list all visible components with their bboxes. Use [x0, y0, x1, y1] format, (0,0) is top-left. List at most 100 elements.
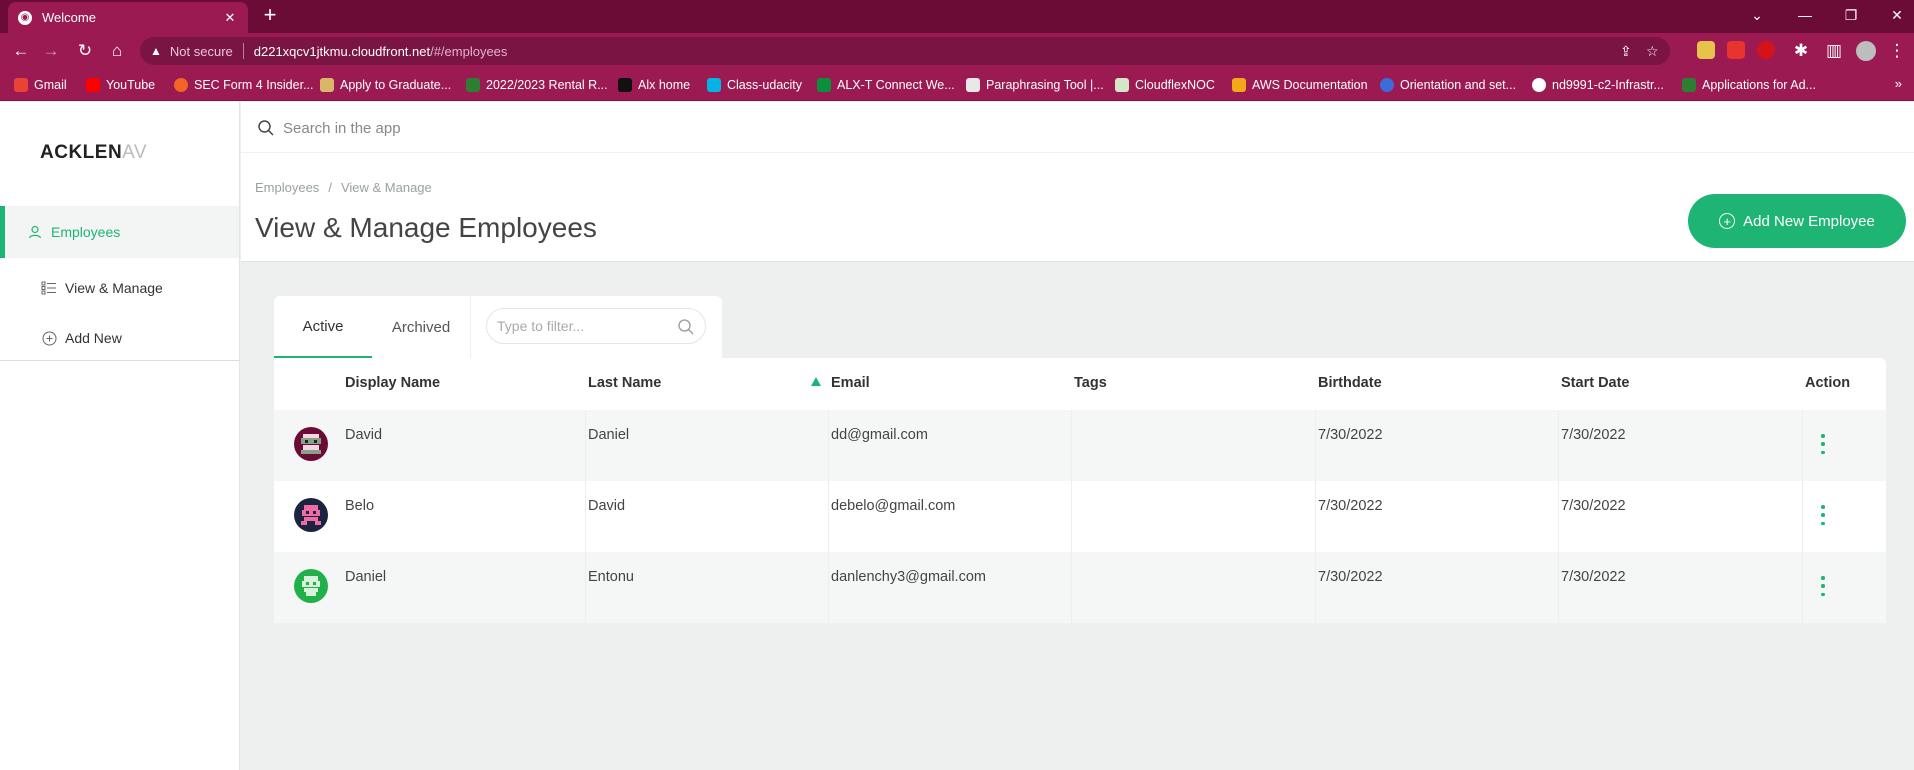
paraphrasing-icon	[966, 78, 980, 92]
filter-input[interactable]: Type to filter...	[486, 308, 706, 344]
graduate-icon	[320, 78, 334, 92]
column-display-name[interactable]: Display Name	[345, 375, 440, 391]
table-row[interactable]: Daniel Entonu danlenchy3@gmail.com 7/30/…	[274, 552, 1886, 623]
bookmark-item[interactable]: Applications for Ad...	[1682, 76, 1816, 94]
breadcrumb-employees[interactable]: Employees	[255, 180, 319, 195]
extension-icon[interactable]	[1697, 41, 1715, 59]
minimize-icon[interactable]: —	[1782, 0, 1828, 30]
bookmark-label: 2022/2023 Rental R...	[486, 78, 608, 92]
breadcrumb-separator: /	[328, 180, 332, 195]
extension-icon[interactable]	[1727, 41, 1745, 59]
url-host: d221xqcv1jtkmu.cloudfront.net	[253, 43, 431, 59]
more-bookmarks-icon[interactable]: »	[1895, 76, 1902, 91]
cell-last-name: David	[588, 498, 626, 514]
column-divider	[1802, 481, 1803, 552]
tab-active[interactable]: Active	[274, 296, 372, 358]
home-icon[interactable]: ⌂	[106, 40, 128, 62]
column-divider	[828, 410, 829, 481]
cell-email: debelo@gmail.com	[831, 498, 956, 514]
reload-icon[interactable]: ↻	[74, 40, 96, 62]
column-divider	[1558, 481, 1559, 552]
column-email[interactable]: Email	[831, 375, 870, 391]
column-start-date[interactable]: Start Date	[1561, 375, 1630, 391]
cell-birthdate: 7/30/2022	[1318, 569, 1383, 585]
search-icon	[257, 119, 275, 137]
bookmark-star-icon[interactable]: ☆	[1646, 37, 1659, 65]
cell-last-name: Daniel	[588, 427, 630, 443]
tab-search-icon[interactable]: ⌄	[1734, 0, 1780, 30]
menu-icon[interactable]: ⋮	[1886, 40, 1908, 62]
sidebar-item-add-new[interactable]: Add New	[0, 312, 239, 364]
add-new-employee-button[interactable]: + Add New Employee	[1688, 194, 1906, 248]
add-button-label: Add New Employee	[1743, 212, 1875, 230]
column-divider	[1071, 552, 1072, 623]
plus-circle-icon	[41, 330, 57, 346]
close-window-icon[interactable]: ✕	[1874, 0, 1914, 30]
column-divider	[1315, 552, 1316, 623]
bookmark-label: Orientation and set...	[1400, 78, 1517, 92]
avatar	[294, 427, 328, 461]
new-tab-button[interactable]: +	[258, 4, 282, 28]
bookmark-item[interactable]: 2022/2023 Rental R...	[466, 76, 608, 94]
close-tab-icon[interactable]: ✕	[222, 10, 238, 26]
sort-ascending-icon[interactable]	[811, 377, 821, 386]
column-divider	[1315, 481, 1316, 552]
bookmark-item[interactable]: SEC Form 4 Insider...	[174, 76, 313, 94]
column-tags[interactable]: Tags	[1074, 375, 1107, 391]
column-divider	[1558, 552, 1559, 623]
bookmark-item[interactable]: Paraphrasing Tool |...	[966, 76, 1104, 94]
column-action: Action	[1805, 375, 1851, 391]
aws-icon	[1232, 78, 1246, 92]
bookmark-item[interactable]: Alx home	[618, 76, 690, 94]
bookmark-label: AWS Documentation	[1252, 78, 1368, 92]
profile-avatar[interactable]	[1856, 41, 1876, 61]
search-placeholder: Search in the app	[283, 119, 401, 137]
table-row[interactable]: Belo David debelo@gmail.com 7/30/2022 7/…	[274, 481, 1886, 552]
bookmark-item[interactable]: Class-udacity	[707, 76, 802, 94]
extension-icon[interactable]	[1757, 41, 1775, 59]
restore-icon[interactable]: ❐	[1828, 0, 1874, 30]
sidebar-item-view-manage[interactable]: View & Manage	[0, 262, 239, 314]
breadcrumb-view-manage: View & Manage	[340, 180, 432, 195]
table-row[interactable]: David Daniel dd@gmail.com 7/30/2022 7/30…	[274, 410, 1886, 481]
column-birthdate[interactable]: Birthdate	[1318, 375, 1382, 391]
column-last-name[interactable]: Last Name	[588, 375, 661, 391]
sidepanel-icon[interactable]: ▥	[1823, 40, 1845, 62]
row-actions-icon[interactable]	[1820, 434, 1826, 454]
bookmark-item[interactable]: Apply to Graduate...	[320, 76, 451, 94]
share-icon[interactable]: ⇪	[1620, 37, 1632, 65]
forward-icon[interactable]: →	[40, 40, 62, 62]
bookmark-label: Paraphrasing Tool |...	[986, 78, 1104, 92]
bookmark-item[interactable]: AWS Documentation	[1232, 76, 1368, 94]
sidebar-item-employees[interactable]: Employees	[0, 206, 239, 258]
puzzle-icon[interactable]: ✱	[1790, 40, 1812, 62]
cell-last-name: Entonu	[588, 569, 634, 585]
tabs-divider	[470, 296, 471, 358]
cell-birthdate: 7/30/2022	[1318, 427, 1383, 443]
bookmark-label: Alx home	[638, 78, 691, 92]
bookmark-item[interactable]: ALX-T Connect We...	[817, 76, 955, 94]
header-divider	[241, 152, 1914, 153]
sidebar-item-label: Add New	[65, 330, 122, 346]
address-bar[interactable]: ▲ Not secure d221xqcv1jtkmu.cloudfront.n…	[140, 37, 1670, 65]
bookmark-item[interactable]: nd9991-c2-Infrastr...	[1532, 76, 1664, 94]
logo: ACKLENAV	[40, 142, 147, 164]
globe-icon: ◉	[18, 10, 32, 25]
bookmark-label: CloudflexNOC	[1135, 78, 1215, 92]
browser-tab[interactable]: ◉ Welcome ✕	[8, 2, 248, 33]
tab-title: Welcome	[42, 10, 96, 25]
bookmark-label: Applications for Ad...	[1702, 78, 1816, 92]
back-icon[interactable]: ←	[10, 40, 32, 62]
applications-icon	[1682, 78, 1696, 92]
bookmark-item[interactable]: Orientation and set...	[1380, 76, 1516, 94]
bookmark-item[interactable]: YouTube	[86, 76, 155, 94]
tab-archived[interactable]: Archived	[372, 296, 470, 358]
bookmark-item[interactable]: CloudflexNOC	[1115, 76, 1215, 94]
column-divider	[1071, 481, 1072, 552]
sidebar: ACKLENAV Employees View & Manage Add New	[0, 102, 240, 770]
row-actions-icon[interactable]	[1820, 576, 1826, 596]
row-actions-icon[interactable]	[1820, 505, 1826, 525]
employees-table: Display Name Last Name Email Tags Birthd…	[274, 358, 1886, 623]
bookmark-item[interactable]: Gmail	[14, 76, 67, 94]
search-input[interactable]: Search in the app	[257, 112, 1527, 144]
